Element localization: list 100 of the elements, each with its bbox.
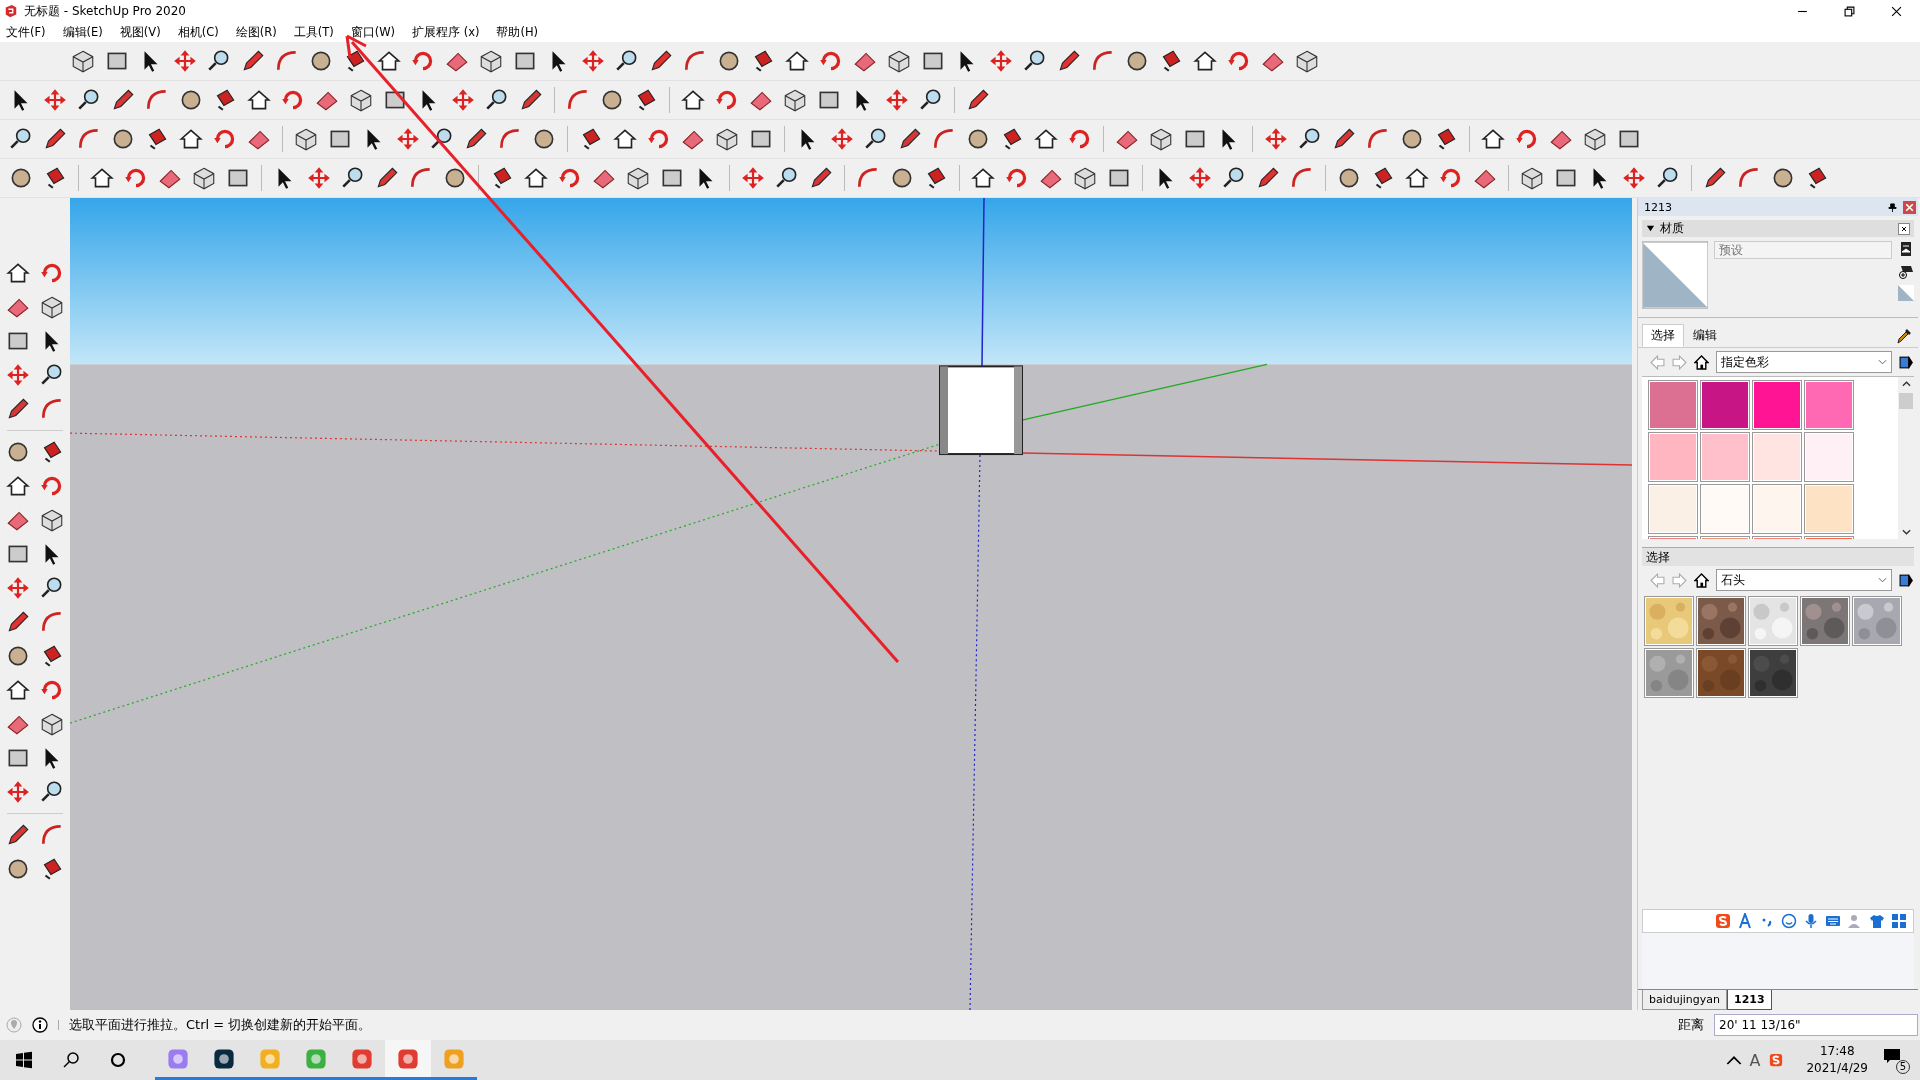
microphone-icon[interactable] [1803, 913, 1819, 929]
pencil-icon[interactable] [965, 87, 991, 113]
grid-icon[interactable] [1891, 913, 1907, 929]
cube-icon[interactable] [70, 48, 96, 74]
texture-swatch[interactable] [1800, 596, 1850, 646]
color-swatch[interactable] [1700, 432, 1750, 482]
cortana-icon[interactable] [108, 1050, 128, 1070]
texture-swatch[interactable] [1644, 596, 1694, 646]
details-icon[interactable] [1899, 572, 1914, 588]
tab[interactable]: 1213 [1727, 990, 1772, 1010]
library-dropdown[interactable]: 石头 [1716, 569, 1892, 591]
move-icon[interactable] [5, 575, 31, 601]
scrollbar-thumb[interactable] [1899, 393, 1913, 409]
home-icon[interactable] [1694, 572, 1709, 588]
ime-logo-icon[interactable] [1768, 1053, 1785, 1067]
ime-logo-icon[interactable] [1715, 913, 1731, 929]
app-icon[interactable] [212, 1046, 236, 1071]
pin-icon[interactable] [1888, 202, 1897, 212]
move-icon[interactable] [1187, 165, 1213, 191]
cube-icon[interactable] [1519, 165, 1545, 191]
cube-icon[interactable] [1072, 165, 1098, 191]
color-swatch[interactable] [1700, 484, 1750, 534]
menu-item[interactable]: 相机(C) [177, 24, 219, 40]
restore-icon[interactable] [1844, 5, 1855, 17]
move-icon[interactable] [306, 165, 332, 191]
message-icon[interactable] [1882, 1046, 1902, 1066]
cube-icon[interactable] [39, 711, 65, 737]
keyboard-icon[interactable] [1825, 913, 1841, 929]
search-icon[interactable] [61, 1050, 81, 1070]
scroll-up-icon[interactable] [1901, 381, 1911, 387]
pencil-icon[interactable] [240, 48, 266, 74]
menu-item[interactable]: 扩展程序 (x) [412, 24, 480, 40]
menu-item[interactable]: 文件(F) [6, 24, 46, 40]
pencil-icon[interactable] [5, 822, 31, 848]
pencil-icon[interactable] [518, 87, 544, 113]
move-icon[interactable] [580, 48, 606, 74]
texture-swatch[interactable] [1852, 596, 1902, 646]
move-icon[interactable] [1621, 165, 1647, 191]
material-name-field[interactable]: 预设 [1714, 241, 1892, 259]
info-icon[interactable] [32, 1017, 48, 1033]
color-swatch[interactable] [1804, 380, 1854, 430]
library-dropdown[interactable]: 指定色彩 [1716, 351, 1892, 373]
menu-item[interactable]: 窗口(W) [350, 24, 396, 40]
ime-indicator[interactable]: A [1749, 1050, 1761, 1070]
cube-icon[interactable] [191, 165, 217, 191]
color-swatch[interactable] [1804, 484, 1854, 534]
move-icon[interactable] [42, 87, 68, 113]
color-swatch[interactable] [1648, 432, 1698, 482]
emoji-icon[interactable] [1781, 913, 1797, 929]
menu-item[interactable]: 绘图(R) [235, 24, 277, 40]
cube-icon[interactable] [293, 126, 319, 152]
cube-icon[interactable] [886, 48, 912, 74]
start-icon[interactable] [14, 1050, 34, 1070]
move-icon[interactable] [450, 87, 476, 113]
texture-swatch[interactable] [1748, 648, 1798, 698]
measurement-field[interactable]: 20' 11 13/16" [1714, 1014, 1918, 1036]
cube-icon[interactable] [714, 126, 740, 152]
color-swatch[interactable] [1648, 380, 1698, 430]
texture-swatch[interactable] [1696, 648, 1746, 698]
display-icon[interactable] [1898, 241, 1914, 257]
pencil-icon[interactable] [1056, 48, 1082, 74]
pencil-icon[interactable] [463, 126, 489, 152]
move-icon[interactable] [988, 48, 1014, 74]
color-swatch[interactable] [1804, 432, 1854, 482]
details-icon[interactable] [1899, 354, 1914, 370]
cube-icon[interactable] [39, 294, 65, 320]
shirt-icon[interactable] [1869, 913, 1885, 929]
cube-icon[interactable] [625, 165, 651, 191]
cube-icon[interactable] [1582, 126, 1608, 152]
move-icon[interactable] [5, 779, 31, 805]
color-swatch[interactable] [1752, 380, 1802, 430]
cube-icon[interactable] [348, 87, 374, 113]
pencil-icon[interactable] [5, 396, 31, 422]
pencil-icon[interactable] [42, 126, 68, 152]
pencil-icon[interactable] [648, 48, 674, 74]
cube-icon[interactable] [1294, 48, 1320, 74]
pencil-icon[interactable] [374, 165, 400, 191]
texture-swatch[interactable] [1748, 596, 1798, 646]
cube-icon[interactable] [478, 48, 504, 74]
tab[interactable]: 选择 [1642, 324, 1684, 347]
pencil-icon[interactable] [897, 126, 923, 152]
pencil-icon[interactable] [1331, 126, 1357, 152]
pencil-icon[interactable] [5, 609, 31, 635]
cube-icon[interactable] [39, 507, 65, 533]
move-icon[interactable] [1263, 126, 1289, 152]
tab[interactable]: baidujingyan [1642, 990, 1728, 1010]
move-icon[interactable] [884, 87, 910, 113]
menu-item[interactable]: 帮助(H) [496, 24, 539, 40]
menu-item[interactable]: 视图(V) [119, 24, 161, 40]
color-swatch[interactable] [1648, 484, 1698, 534]
menu-item[interactable]: 工具(T) [293, 24, 334, 40]
pencil-icon[interactable] [808, 165, 834, 191]
scroll-down-icon[interactable] [1901, 529, 1911, 535]
home-icon[interactable] [1694, 354, 1709, 370]
texture-swatch[interactable] [1696, 596, 1746, 646]
close-icon[interactable] [1898, 222, 1910, 235]
collapse-icon[interactable] [1646, 224, 1655, 233]
letter-mode-icon[interactable] [1737, 913, 1753, 929]
cube-icon[interactable] [1148, 126, 1174, 152]
color-swatch[interactable] [1752, 484, 1802, 534]
